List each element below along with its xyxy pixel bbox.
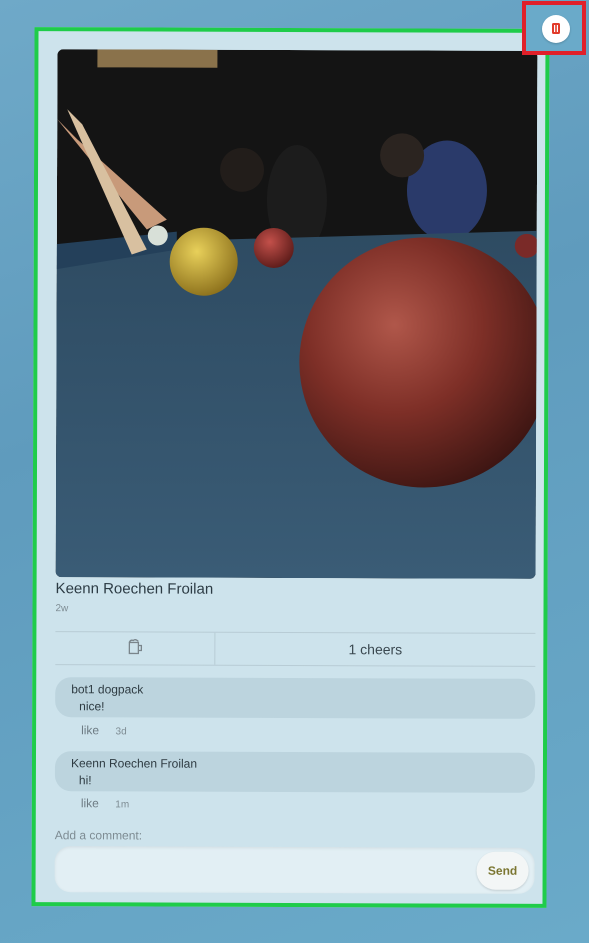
comment-timestamp: 3d (115, 726, 127, 738)
comment-input[interactable] (62, 852, 467, 890)
comment-timestamp: 1m (115, 799, 130, 811)
comment-author[interactable]: Keenn Roechen Froilan (71, 756, 197, 770)
send-button[interactable]: Send (476, 851, 529, 890)
comment-text: hi! (78, 773, 92, 788)
comment-like-link[interactable]: like (81, 796, 99, 810)
post-timestamp: 2w (55, 603, 69, 615)
comment-composer: Send (54, 846, 535, 894)
reaction-bar: 1 cheers (55, 631, 536, 667)
cheers-count: 1 cheers (348, 641, 403, 658)
delete-highlight (522, 1, 586, 55)
post-author[interactable]: Keenn Roechen Froilan (56, 580, 214, 598)
beer-mug-icon (126, 637, 144, 659)
comment-meta: like 3d (81, 721, 127, 739)
billiards-photo (55, 49, 538, 579)
delete-button[interactable] (542, 15, 570, 43)
add-comment-label: Add a comment: (54, 828, 143, 843)
cheer-button[interactable] (55, 632, 216, 665)
comment-author[interactable]: bot1 dogpack (71, 682, 143, 696)
comment-meta: like 1m (81, 794, 129, 812)
comment-like-link[interactable]: like (81, 723, 99, 737)
comment-bubble: Keenn Roechen Froilan hi! (54, 751, 536, 793)
comment-text: nice! (79, 699, 105, 714)
post-card: Keenn Roechen Froilan 2w 1 cheers bot1 d… (31, 27, 550, 908)
trash-icon (549, 20, 563, 39)
post-photo[interactable] (55, 49, 538, 579)
comment-bubble: bot1 dogpack nice! (55, 677, 536, 719)
